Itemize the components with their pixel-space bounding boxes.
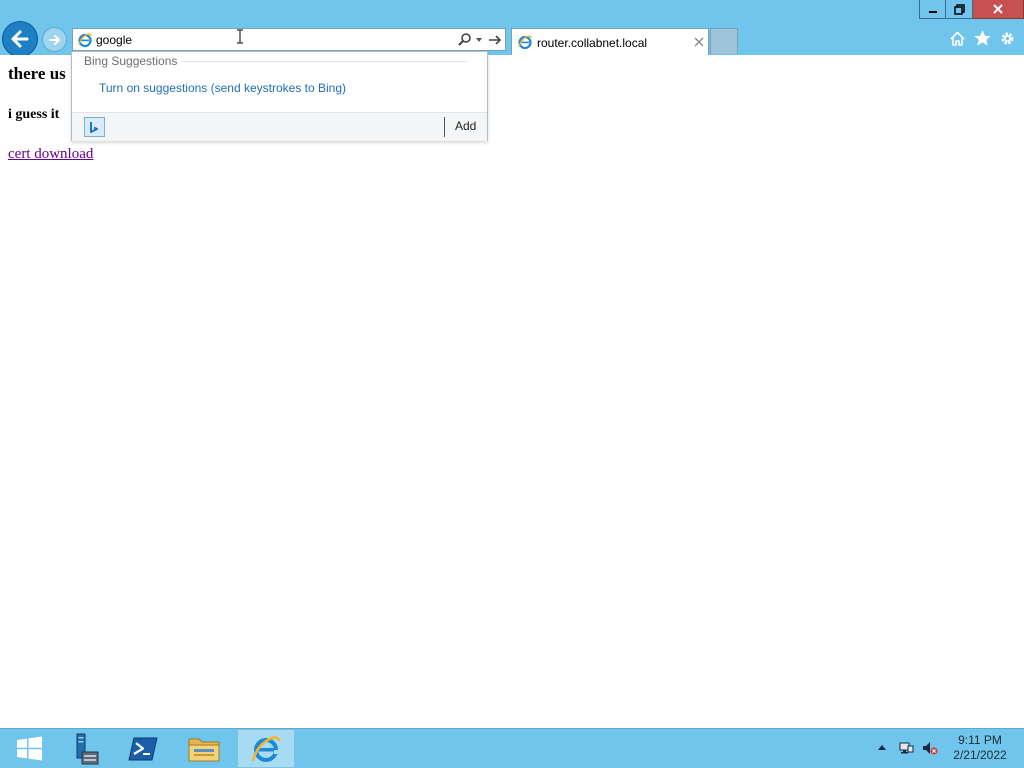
taskbar-server-manager[interactable] xyxy=(54,729,112,768)
show-hidden-icons-button[interactable] xyxy=(878,745,886,750)
back-arrow-icon xyxy=(11,30,29,48)
taskbar-internet-explorer[interactable] xyxy=(237,729,295,768)
address-dropdown-icon[interactable] xyxy=(476,38,482,42)
suggestions-footer: Add xyxy=(72,112,487,141)
start-button[interactable] xyxy=(0,729,58,768)
close-icon xyxy=(993,4,1003,14)
internet-explorer-icon xyxy=(251,735,281,762)
suggestions-divider xyxy=(182,61,467,62)
volume-muted-icon[interactable] xyxy=(922,740,938,756)
cert-download-link[interactable]: cert download xyxy=(8,146,93,163)
file-explorer-icon xyxy=(188,738,220,761)
tab-router-collabnet[interactable]: router.collabnet.local xyxy=(511,28,709,55)
go-arrow-icon[interactable] xyxy=(487,32,503,48)
network-icon[interactable] xyxy=(898,740,914,756)
toolbar-icons xyxy=(949,30,1016,47)
taskbar-file-explorer[interactable] xyxy=(175,729,233,768)
text-cursor-icon xyxy=(237,29,243,44)
clock-time: 9:11 PM xyxy=(958,733,1002,747)
clock[interactable]: 9:11 PM 2/21/2022 xyxy=(948,733,1012,763)
bing-icon xyxy=(90,121,98,133)
minimize-icon xyxy=(928,11,937,13)
page-subheading: i guess it xyxy=(8,107,60,122)
new-tab-button[interactable] xyxy=(710,28,738,54)
favorites-button[interactable] xyxy=(974,30,991,47)
gear-icon xyxy=(1001,32,1014,45)
page-heading: there us xyxy=(8,64,66,83)
ie-icon xyxy=(78,33,92,48)
address-bar[interactable] xyxy=(72,28,506,51)
back-button[interactable] xyxy=(2,21,38,57)
restore-button[interactable] xyxy=(946,0,973,19)
minimize-button[interactable] xyxy=(919,0,946,19)
browser-chrome: router.collabnet.local xyxy=(0,0,1024,57)
home-button[interactable] xyxy=(949,30,966,47)
add-provider-button[interactable]: Add xyxy=(455,119,476,133)
turn-on-suggestions-link[interactable]: Turn on suggestions (send keystrokes to … xyxy=(99,81,346,95)
windows-start-icon xyxy=(16,736,42,761)
address-suggestions-dropdown: Bing Suggestions Turn on suggestions (se… xyxy=(71,51,488,141)
taskbar-powershell[interactable] xyxy=(114,729,172,768)
forward-arrow-icon xyxy=(48,34,60,45)
forward-button[interactable] xyxy=(42,27,67,52)
taskbar: 9:11 PM 2/21/2022 xyxy=(0,728,1024,768)
ie-icon xyxy=(518,35,532,50)
close-button[interactable] xyxy=(973,0,1024,19)
star-icon xyxy=(974,30,991,46)
tools-button[interactable] xyxy=(999,30,1016,47)
tab-close-icon[interactable] xyxy=(693,36,705,48)
address-input[interactable] xyxy=(96,31,456,48)
footer-divider xyxy=(444,117,445,137)
tab-title: router.collabnet.local xyxy=(537,36,648,50)
clock-date: 2/21/2022 xyxy=(953,748,1007,762)
restore-icon xyxy=(953,3,965,15)
bing-search-provider-button[interactable] xyxy=(84,117,105,137)
suggestions-header: Bing Suggestions xyxy=(84,54,178,68)
search-icon[interactable] xyxy=(457,32,473,48)
home-icon xyxy=(950,31,965,46)
window-controls xyxy=(919,0,1024,20)
powershell-icon xyxy=(128,737,158,760)
server-manager-icon xyxy=(76,733,99,764)
page-content: there us i guess it cert download xyxy=(0,55,1024,728)
